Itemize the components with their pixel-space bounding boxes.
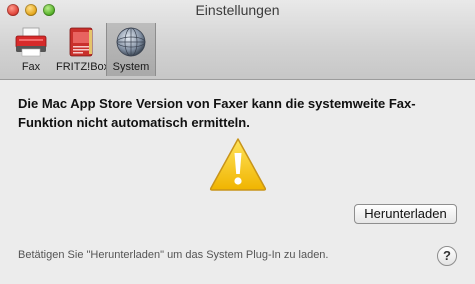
download-button[interactable]: Herunterladen [354, 204, 457, 224]
preferences-window: Einstellungen Fax FRITZ!Box System Die M… [0, 0, 475, 284]
tab-fritzbox[interactable]: FRITZ!Box [56, 23, 110, 76]
fritzbox-icon [69, 27, 93, 57]
tab-system[interactable]: System [106, 23, 156, 76]
tab-fritzbox-label: FRITZ!Box [56, 61, 110, 73]
preferences-toolbar: Fax FRITZ!Box System [6, 23, 156, 76]
system-globe-icon [116, 27, 146, 57]
hint-text: Betätigen Sie "Herunterladen" um das Sys… [18, 249, 329, 261]
tab-system-label: System [112, 61, 150, 73]
title-bar: Einstellungen Fax FRITZ!Box System [0, 0, 475, 80]
system-pane: Die Mac App Store Version von Faxer kann… [0, 81, 475, 284]
tab-fax[interactable]: Fax [6, 23, 56, 76]
help-button[interactable]: ? [437, 246, 457, 266]
window-title: Einstellungen [195, 2, 280, 18]
fax-printer-icon [15, 27, 47, 57]
info-message: Die Mac App Store Version von Faxer kann… [18, 96, 416, 130]
warning-icon [209, 138, 267, 191]
tab-fax-label: Fax [21, 61, 41, 73]
